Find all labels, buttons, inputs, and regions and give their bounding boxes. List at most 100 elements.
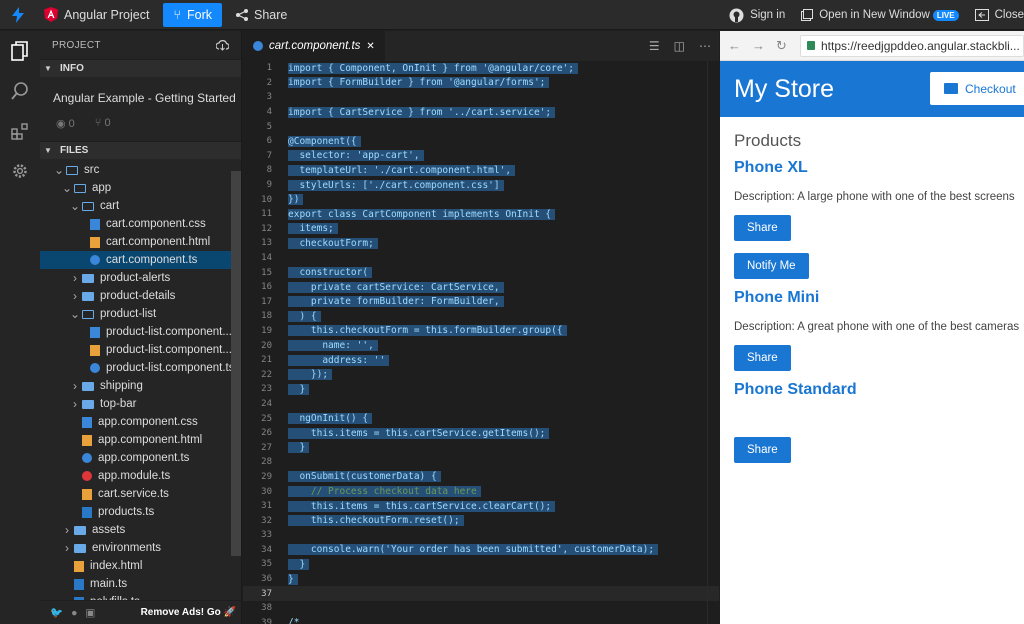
code-line[interactable]: 36} (243, 572, 719, 587)
notify-me-button[interactable]: Notify Me (734, 253, 809, 279)
code-line[interactable]: 38 (243, 601, 719, 616)
code-line[interactable]: 14 (243, 251, 719, 266)
code-line[interactable]: 18 ) { (243, 309, 719, 324)
sidebar-scrollbar[interactable] (231, 171, 241, 556)
code-line[interactable]: 35 } (243, 557, 719, 572)
code-lines[interactable]: 1 import { Component, OnInit } from '@ang… (243, 61, 719, 624)
code-line[interactable]: 1 import { Component, OnInit } from '@ang… (243, 61, 719, 76)
code-line[interactable]: 22 }); (243, 367, 719, 382)
file-tree-item[interactable]: › top-bar (40, 395, 241, 413)
file-tree-item[interactable]: cart.component.css (40, 215, 241, 233)
code-line[interactable]: 10}) (243, 192, 719, 207)
code-line[interactable]: 25 ngOnInit() { (243, 411, 719, 426)
code-line[interactable]: 19 this.checkoutForm = this.formBuilder.… (243, 324, 719, 339)
discord-icon[interactable]: ▣ (85, 607, 95, 619)
share-button[interactable]: Share (734, 345, 791, 371)
file-tree-item[interactable]: cart.component.html (40, 233, 241, 251)
code-line[interactable]: 39 /* (243, 616, 719, 624)
github-icon[interactable]: ● (71, 607, 77, 619)
fork-button[interactable]: ⑂ Fork (163, 2, 222, 27)
extensions-icon[interactable] (0, 111, 40, 151)
file-tree-item[interactable]: › shipping (40, 377, 241, 395)
code-line[interactable]: 20 name: '', (243, 338, 719, 353)
code-line[interactable]: 34 console.warn('Your order has been sub… (243, 543, 719, 558)
file-tree-item[interactable]: app.module.ts (40, 467, 241, 485)
code-line[interactable]: 6 @Component({ (243, 134, 719, 149)
file-tree-item[interactable]: › product-details (40, 287, 241, 305)
code-line[interactable]: 23 } (243, 382, 719, 397)
project-title[interactable]: Angular Project (36, 0, 157, 30)
file-tree-item[interactable]: products.ts (40, 503, 241, 521)
editor-scrollbar[interactable] (707, 61, 719, 624)
file-tree-item[interactable]: main.ts (40, 575, 241, 593)
file-tree-item[interactable]: product-list.component.ts (40, 359, 241, 377)
back-icon[interactable]: ← (728, 38, 752, 53)
download-icon[interactable] (216, 39, 229, 51)
share-button[interactable]: Share (228, 0, 295, 30)
remove-ads-link[interactable]: Remove Ads! Go 🚀 (141, 607, 236, 618)
code-line[interactable]: 9 styleUrls: ['./cart.component.css'] (243, 178, 719, 193)
search-icon[interactable] (0, 71, 40, 111)
code-line[interactable]: 33 (243, 528, 719, 543)
code-line[interactable]: 4 import { CartService } from '../cart.se… (243, 105, 719, 120)
file-tree-item[interactable]: ⌄ app (40, 179, 241, 197)
settings-gear-icon[interactable] (0, 151, 40, 191)
product-name-link[interactable]: Phone Mini (734, 289, 1024, 307)
code-line[interactable]: 16 private cartService: CartService, (243, 280, 719, 295)
code-line[interactable]: 24 (243, 397, 719, 412)
store-title[interactable]: My Store (734, 75, 834, 104)
code-line[interactable]: 30 // Process checkout data here (243, 484, 719, 499)
share-button[interactable]: Share (734, 437, 791, 463)
share-button[interactable]: Share (734, 215, 791, 241)
code-line[interactable]: 17 private formBuilder: FormBuilder, (243, 295, 719, 310)
forward-icon[interactable]: → (752, 38, 776, 53)
code-line[interactable]: 15 constructor( (243, 265, 719, 280)
code-line[interactable]: 21 address: '' (243, 353, 719, 368)
split-editor-icon[interactable]: ◫ (674, 39, 685, 53)
file-tree-item[interactable]: app.component.html (40, 431, 241, 449)
file-tree-item[interactable]: index.html (40, 557, 241, 575)
more-actions-icon[interactable]: ⋯ (699, 39, 711, 53)
twitter-icon[interactable]: 🐦 (50, 606, 63, 619)
sign-in-button[interactable]: Sign in (721, 0, 793, 30)
close-tab-icon[interactable]: ✕ (366, 41, 374, 52)
file-tree-item[interactable]: ⌄ cart (40, 197, 241, 215)
file-tree-item[interactable]: product-list.component.... (40, 323, 241, 341)
code-line[interactable]: 31 this.items = this.cartService.clearCa… (243, 499, 719, 514)
code-line[interactable]: 2 import { FormBuilder } from '@angular/f… (243, 76, 719, 91)
file-tree-item[interactable]: ⌄ product-list (40, 305, 241, 323)
code-line[interactable]: 11 export class CartComponent implements … (243, 207, 719, 222)
format-icon[interactable]: ☰ (649, 39, 660, 53)
code-line[interactable]: 37 (243, 586, 719, 601)
code-line[interactable]: 5 (243, 119, 719, 134)
code-line[interactable]: 27 } (243, 440, 719, 455)
info-section-header[interactable]: ▼ INFO (40, 59, 241, 77)
file-tree-item[interactable]: product-list.component.... (40, 341, 241, 359)
file-tree-item[interactable]: cart.service.ts (40, 485, 241, 503)
code-line[interactable]: 13 checkoutForm; (243, 236, 719, 251)
reload-icon[interactable]: ↻ (776, 38, 800, 54)
code-line[interactable]: 29 onSubmit(customerData) { (243, 470, 719, 485)
close-preview-button[interactable]: Close (967, 0, 1024, 30)
code-line[interactable]: 32 this.checkoutForm.reset(); (243, 513, 719, 528)
file-tree-item[interactable]: › product-alerts (40, 269, 241, 287)
preview-url-input[interactable]: https://reedjgpddeo.angular.stackbli... (800, 34, 1024, 57)
code-line[interactable]: 3 (243, 90, 719, 105)
code-line[interactable]: 8 templateUrl: './cart.component.html', (243, 163, 719, 178)
file-tree-item[interactable]: › assets (40, 521, 241, 539)
file-tree-item[interactable]: cart.component.ts (40, 251, 241, 269)
code-line[interactable]: 26 this.items = this.cartService.getItem… (243, 426, 719, 441)
code-line[interactable]: 7 selector: 'app-cart', (243, 149, 719, 164)
checkout-button[interactable]: Checkout (930, 72, 1024, 105)
product-name-link[interactable]: Phone XL (734, 159, 1024, 177)
file-tree-item[interactable]: app.component.ts (40, 449, 241, 467)
files-section-header[interactable]: ▼ FILES (40, 141, 241, 159)
product-name-link[interactable]: Phone Standard (734, 381, 1024, 399)
file-tree-item[interactable]: › environments (40, 539, 241, 557)
stackblitz-logo-icon[interactable] (0, 0, 36, 30)
tab-cart-component-ts[interactable]: cart.component.ts ✕ (243, 31, 385, 61)
open-new-window-button[interactable]: Open in New Window LIVE (793, 0, 966, 30)
code-line[interactable]: 12 items; (243, 222, 719, 237)
file-tree-item[interactable]: ⌄ src (40, 161, 241, 179)
files-icon[interactable] (0, 31, 40, 71)
